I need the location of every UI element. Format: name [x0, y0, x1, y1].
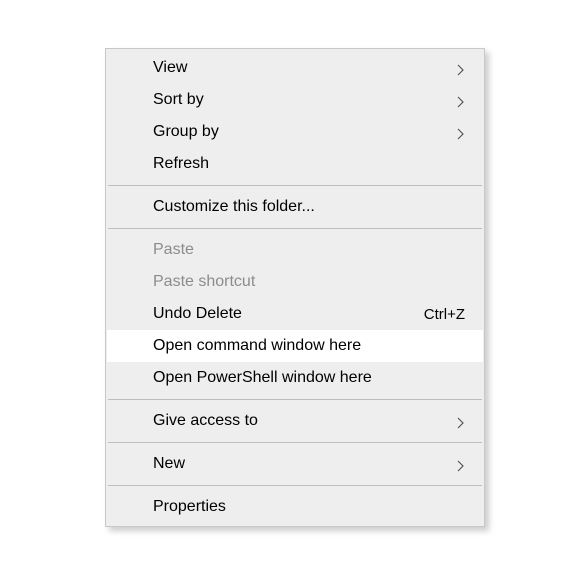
- chevron-right-icon: [457, 96, 465, 104]
- menu-item-paste: Paste: [107, 234, 483, 266]
- menu-item-sort-by[interactable]: Sort by: [107, 84, 483, 116]
- menu-item-label: Undo Delete: [153, 305, 424, 323]
- chevron-right-icon: [457, 128, 465, 136]
- menu-item-properties[interactable]: Properties: [107, 491, 483, 523]
- menu-separator: [108, 228, 482, 229]
- menu-separator: [108, 442, 482, 443]
- menu-item-view[interactable]: View: [107, 52, 483, 84]
- menu-separator: [108, 399, 482, 400]
- menu-item-label: Paste shortcut: [153, 273, 465, 291]
- menu-item-refresh[interactable]: Refresh: [107, 148, 483, 180]
- menu-item-label: New: [153, 455, 457, 473]
- menu-item-label: View: [153, 59, 457, 77]
- menu-item-label: Open command window here: [153, 337, 465, 355]
- menu-item-label: Group by: [153, 123, 457, 141]
- menu-item-label: Sort by: [153, 91, 457, 109]
- menu-item-label: Open PowerShell window here: [153, 369, 465, 387]
- menu-item-accelerator: Ctrl+Z: [424, 306, 465, 323]
- menu-item-label: Properties: [153, 498, 465, 516]
- menu-item-label: Paste: [153, 241, 465, 259]
- menu-item-open-powershell-window[interactable]: Open PowerShell window here: [107, 362, 483, 394]
- menu-item-paste-shortcut: Paste shortcut: [107, 266, 483, 298]
- menu-item-new[interactable]: New: [107, 448, 483, 480]
- menu-item-label: Refresh: [153, 155, 465, 173]
- menu-item-undo-delete[interactable]: Undo Delete Ctrl+Z: [107, 298, 483, 330]
- context-menu: View Sort by Group by Refresh Customize …: [105, 48, 485, 527]
- menu-item-open-command-window[interactable]: Open command window here: [107, 330, 483, 362]
- menu-item-give-access-to[interactable]: Give access to: [107, 405, 483, 437]
- chevron-right-icon: [457, 64, 465, 72]
- menu-separator: [108, 185, 482, 186]
- menu-item-group-by[interactable]: Group by: [107, 116, 483, 148]
- chevron-right-icon: [457, 460, 465, 468]
- menu-item-label: Customize this folder...: [153, 198, 465, 216]
- menu-separator: [108, 485, 482, 486]
- menu-item-customize-folder[interactable]: Customize this folder...: [107, 191, 483, 223]
- menu-item-label: Give access to: [153, 412, 457, 430]
- chevron-right-icon: [457, 417, 465, 425]
